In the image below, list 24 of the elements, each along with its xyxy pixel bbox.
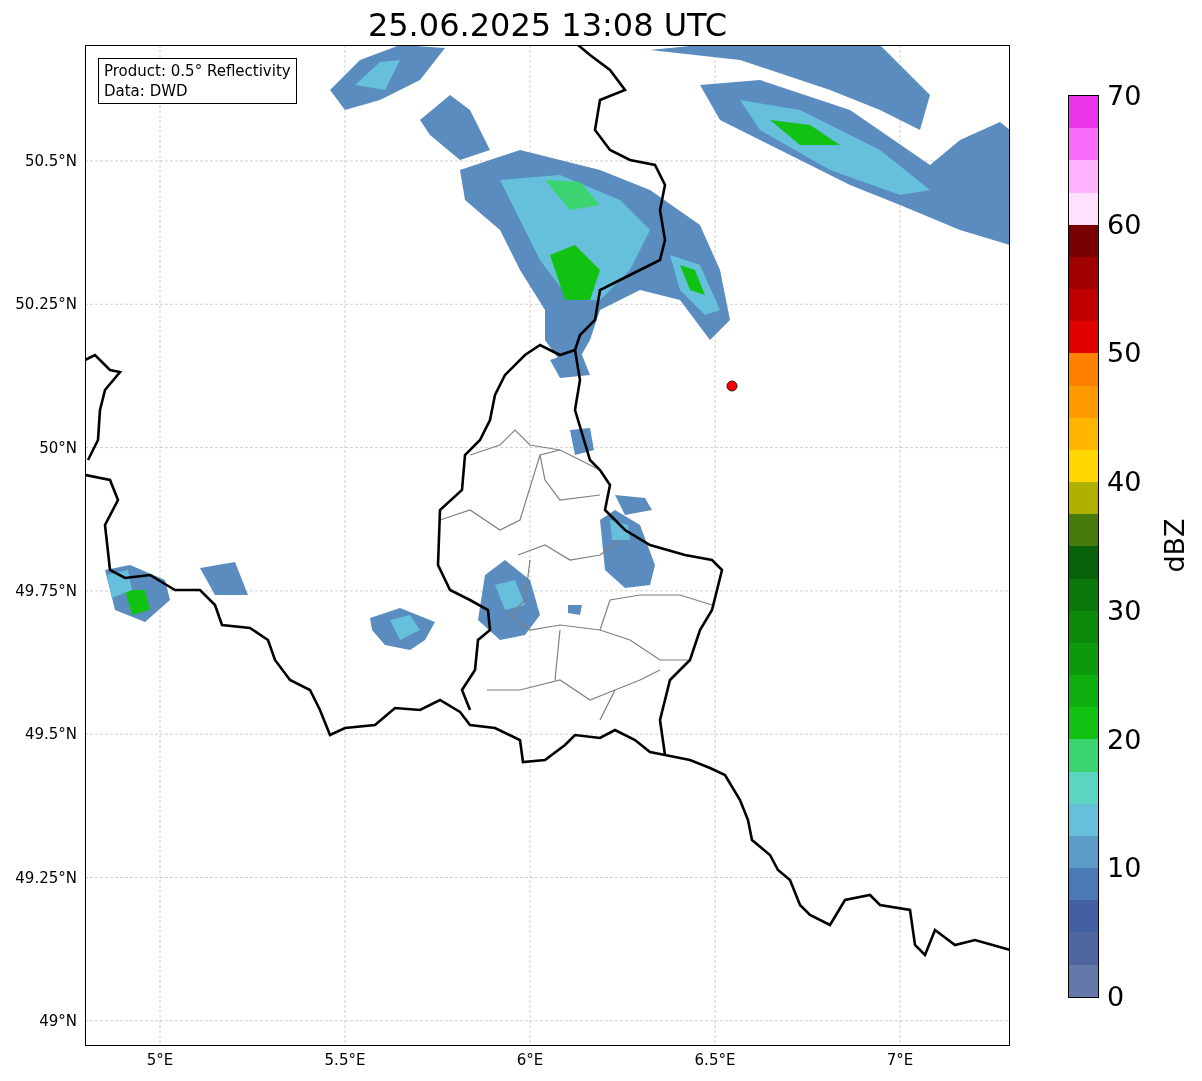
axis-tick-label: 49.75°N [15,581,77,600]
colorbar-tick-label: 10 [1107,851,1142,883]
colorbar-tick-label: 40 [1107,465,1142,497]
colorbar-tick-label: 70 [1107,79,1142,111]
colorbar-tick-label: 50 [1107,336,1142,368]
axis-tick-label: 5.5°E [324,1051,366,1069]
colorbar-tick-label: 20 [1107,723,1142,755]
axis-tick-label: 6.5°E [694,1051,736,1069]
axis-tick-label: 49.5°N [24,725,77,744]
legend-text: Product: 0.5° Reflectivity [104,61,291,81]
legend-text: Data: DWD [104,81,189,101]
axis-tick-label: 49.25°N [15,868,77,887]
axis-tick-label: 7°E [886,1051,914,1069]
axis-tick-label: 50.5°N [24,152,77,170]
axis-tick-label: 50.25°N [15,295,77,314]
colorbar-label: dBZ [1158,518,1190,573]
axis-tick-label: 5°E [146,1051,174,1069]
axis-tick-label: 50°N [39,438,77,457]
axis-tick-label: 6°E [516,1051,544,1069]
axis-tick-label: 49°N [39,1011,77,1030]
chart-title: 25.06.2025 13:08 UTC [367,5,728,45]
colorbar-tick-label: 60 [1107,208,1142,240]
colorbar-tick-label: 30 [1107,594,1142,626]
colorbar-tick-label: 0 [1107,980,1125,1012]
